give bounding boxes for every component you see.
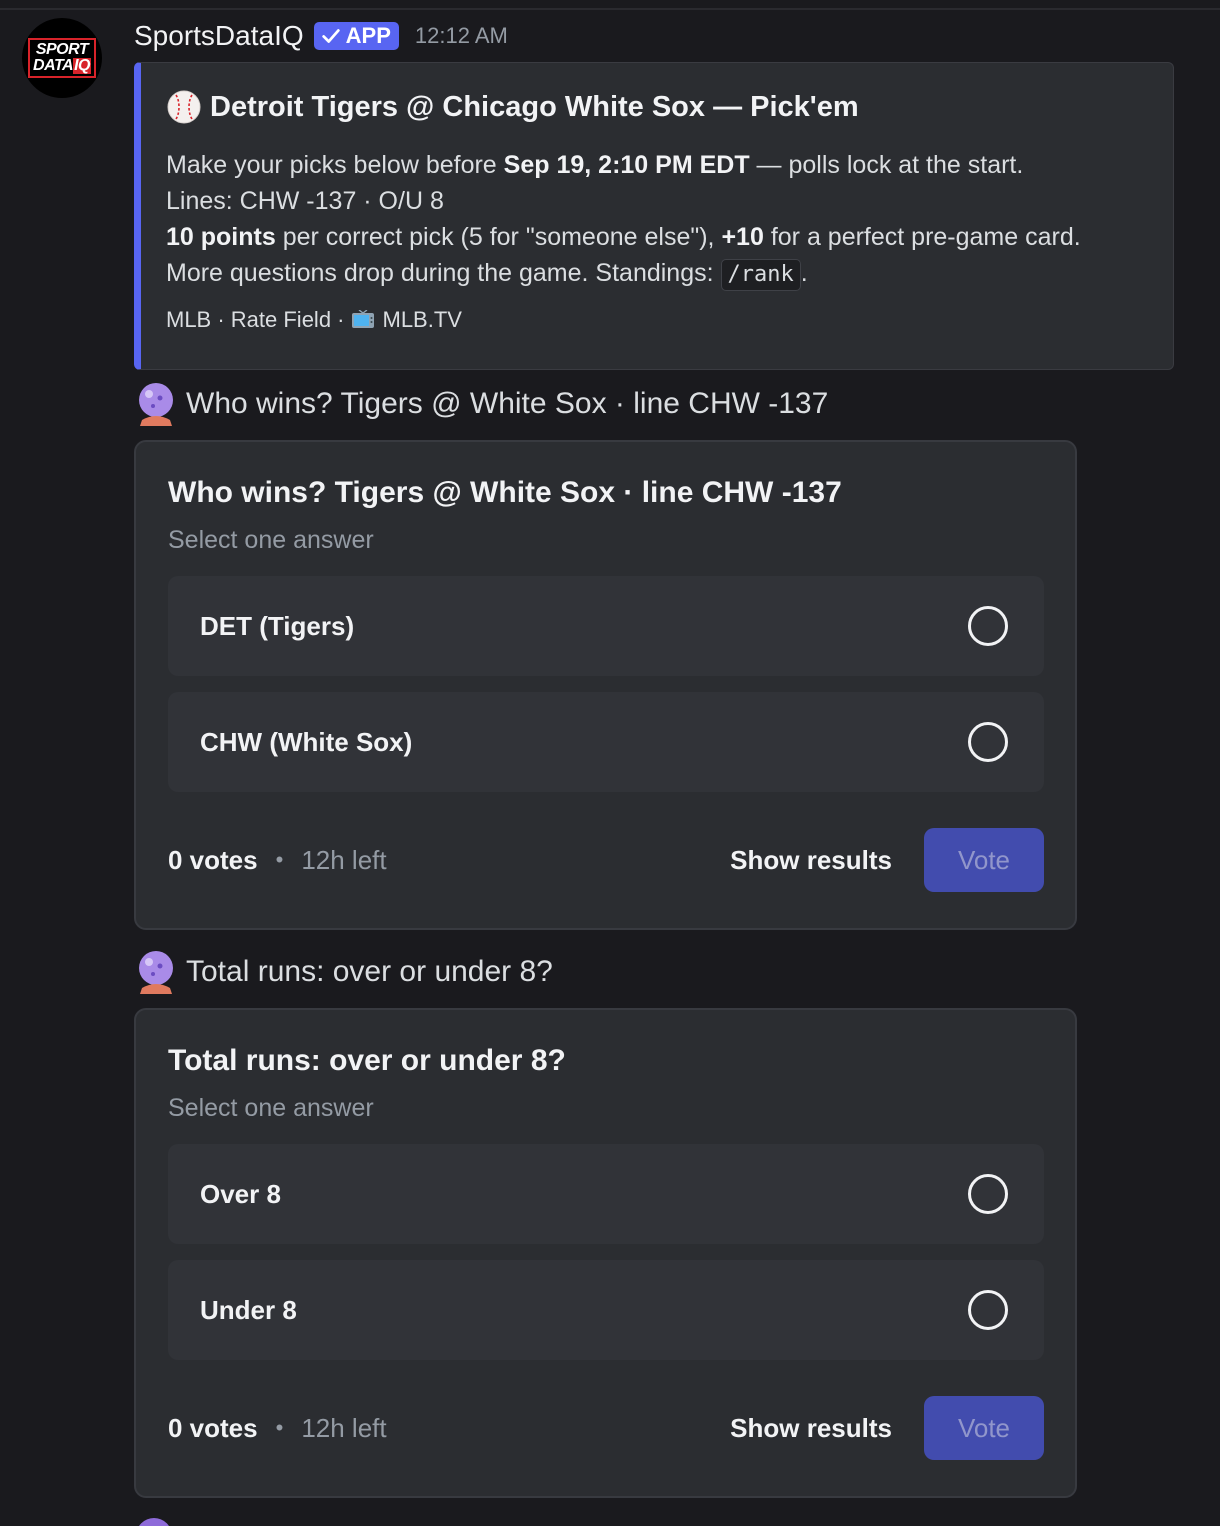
poll-footer: 0 votes • 12h left Show results Vote (168, 828, 1044, 892)
poll-answer[interactable]: Over 8 (168, 1144, 1044, 1244)
radio-button[interactable] (968, 606, 1008, 646)
desc-text: . (800, 259, 808, 287)
desc-line-4: More questions drop during the game. Sta… (166, 255, 1081, 291)
desc-text: — polls lock at the start. (749, 151, 1024, 179)
separator-dot: • (275, 847, 284, 872)
divider (0, 8, 1220, 10)
answer-label: Under 8 (200, 1294, 297, 1325)
username[interactable]: SportsDataIQ (134, 20, 304, 52)
footer-broadcast: MLB.TV (382, 307, 462, 332)
avatar[interactable]: SPORT DATA IQ (22, 18, 102, 98)
answer-label: Over 8 (200, 1178, 281, 1209)
crystal-ball-icon (136, 1518, 172, 1526)
time-remaining: 12h left (301, 1412, 387, 1443)
app-badge-label: APP (345, 23, 391, 48)
answer-label: DET (Tigers) (200, 610, 355, 641)
points-text: 10 points (166, 223, 276, 251)
message-header: SportsDataIQ APP 12:12 AM (134, 16, 508, 56)
poll-card: Who wins? Tigers @ White Sox · line CHW … (134, 440, 1077, 930)
lock-time: Sep 19, 2:10 PM EDT (503, 151, 750, 179)
poll-caption-text: Who wins? Tigers @ White Sox · line CHW … (186, 387, 829, 420)
desc-text: for a perfect pre-game card. (763, 223, 1081, 251)
poll-question: Who wins? Tigers @ White Sox · line CHW … (168, 476, 842, 509)
desc-line-3: 10 points per correct pick (5 for "someo… (166, 219, 1081, 255)
poll-question: Total runs: over or under 8? (168, 1044, 566, 1077)
poll-instructions: Select one answer (168, 1094, 374, 1122)
television-icon (351, 310, 374, 328)
desc-line-2: Lines: CHW -137 · O/U 8 (166, 187, 444, 215)
sportsdataiq-logo: SPORT DATA IQ (28, 38, 96, 78)
vote-count: 0 votes (168, 1412, 258, 1443)
crystal-ball-icon (139, 383, 173, 426)
show-results-button[interactable]: Show results (730, 845, 892, 876)
embed-footer: MLB · Rate Field · MLB.TV (166, 307, 462, 333)
checkmark-icon (321, 29, 340, 43)
pickem-embed: Detroit Tigers @ Chicago White Sox — Pic… (134, 62, 1174, 370)
poll-answer[interactable]: CHW (White Sox) (168, 692, 1044, 792)
logo-text-data: DATA (33, 57, 74, 74)
radio-button[interactable] (968, 1174, 1008, 1214)
desc-line-1: Make your picks below before Sep 19, 2:1… (166, 147, 1081, 183)
embed-title: Detroit Tigers @ Chicago White Sox — Pic… (166, 89, 859, 125)
crystal-ball-icon (139, 951, 173, 994)
poll-answer[interactable]: DET (Tigers) (168, 576, 1044, 676)
radio-button[interactable] (968, 722, 1008, 762)
rank-command[interactable]: /rank (720, 259, 801, 291)
desc-text: per correct pick (5 for "someone else"), (275, 223, 722, 251)
logo-text-iq: IQ (73, 57, 91, 74)
vote-count: 0 votes (168, 844, 258, 875)
poll-instructions: Select one answer (168, 526, 374, 554)
app-badge: APP (313, 22, 399, 50)
poll-caption: Total runs: over or under 8? (136, 950, 553, 994)
desc-text: More questions drop during the game. Sta… (166, 259, 721, 287)
answer-label: CHW (White Sox) (200, 726, 413, 757)
baseball-icon (167, 90, 201, 124)
bonus-text: +10 (721, 223, 764, 251)
desc-text: Make your picks below before (166, 151, 504, 179)
radio-button[interactable] (968, 1290, 1008, 1330)
poll-card: Total runs: over or under 8? Select one … (134, 1008, 1077, 1498)
logo-text-line1: SPORT (35, 41, 89, 58)
poll-caption: Who wins? Tigers @ White Sox · line CHW … (136, 382, 828, 426)
chat-page: SPORT DATA IQ SportsDataIQ APP 12:12 AM D… (0, 0, 1220, 1526)
poll-footer: 0 votes • 12h left Show results Vote (168, 1396, 1044, 1460)
vote-button[interactable]: Vote (924, 828, 1044, 892)
message-timestamp[interactable]: 12:12 AM (415, 23, 508, 49)
embed-title-text: Detroit Tigers @ Chicago White Sox — Pic… (210, 90, 859, 123)
poll-caption-text: Total runs: over or under 8? (186, 955, 553, 988)
vote-button[interactable]: Vote (924, 1396, 1044, 1460)
show-results-button[interactable]: Show results (730, 1413, 892, 1444)
time-remaining: 12h left (301, 844, 387, 875)
separator-dot: • (275, 1415, 284, 1440)
poll-answer[interactable]: Under 8 (168, 1260, 1044, 1360)
logo-text-line2: DATA IQ (33, 58, 91, 74)
footer-league-venue: MLB · Rate Field · (166, 307, 345, 332)
embed-description: Make your picks below before Sep 19, 2:1… (166, 147, 1081, 291)
